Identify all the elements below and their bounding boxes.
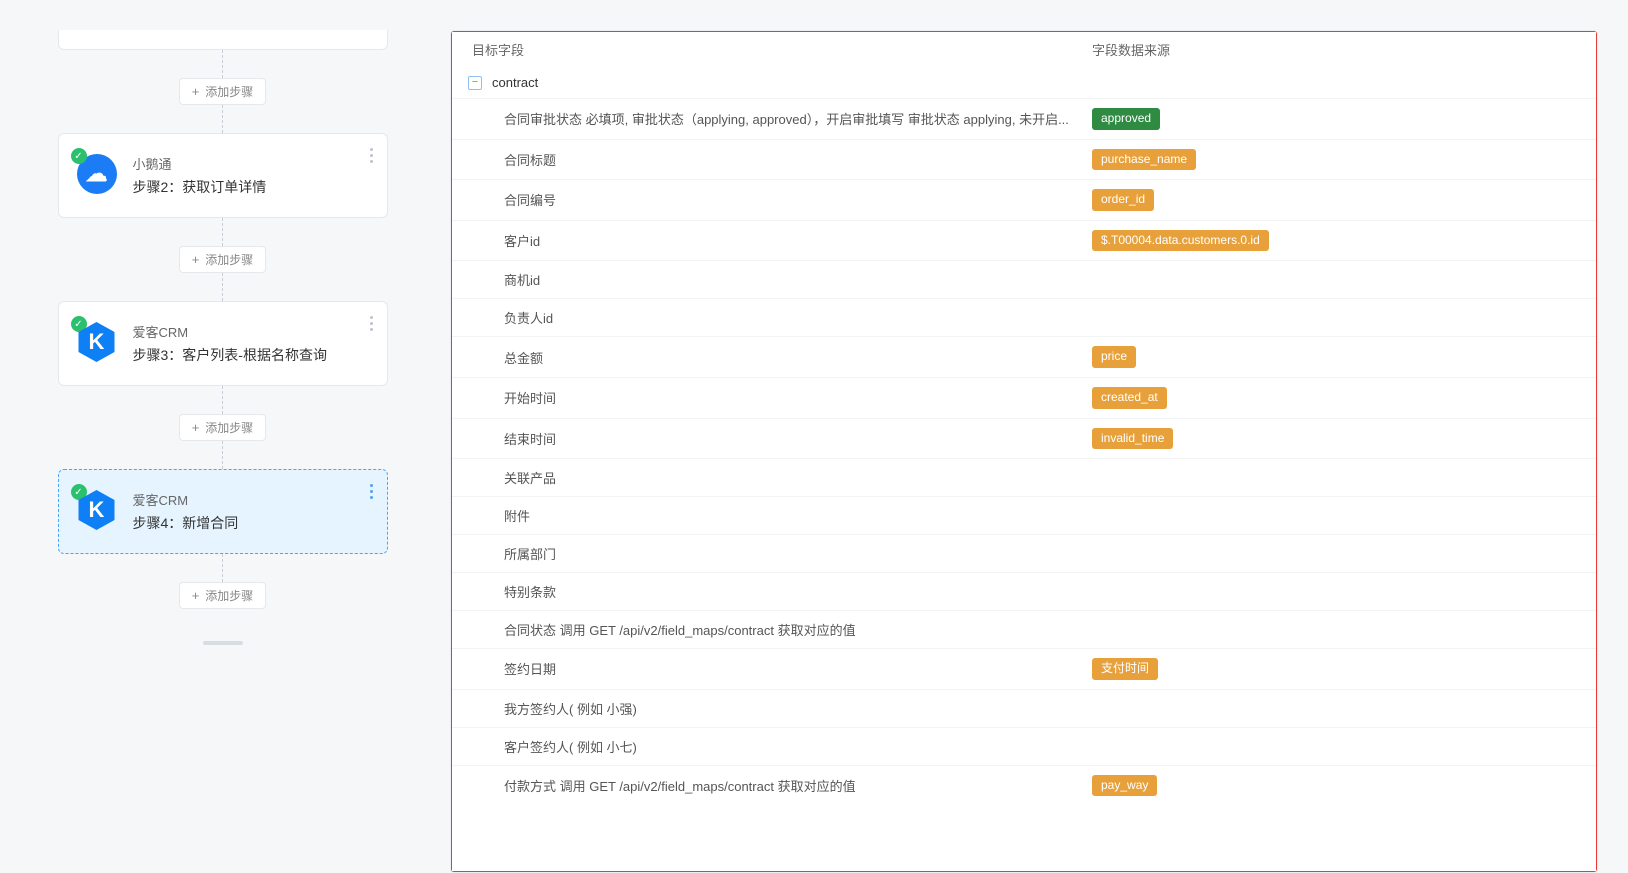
field-row[interactable]: 总金额price xyxy=(452,336,1596,377)
field-label: 商机id xyxy=(504,270,1092,289)
source-tag[interactable]: pay_way xyxy=(1092,775,1157,797)
connector xyxy=(222,386,223,414)
field-row[interactable]: 商机id xyxy=(452,260,1596,298)
field-row[interactable]: 结束时间invalid_time xyxy=(452,418,1596,459)
mapping-header: 目标字段 字段数据来源 xyxy=(452,32,1596,67)
connector xyxy=(222,218,223,246)
field-label: 签约日期 xyxy=(504,659,1092,678)
plus-icon: + xyxy=(192,252,200,267)
step-title: 步骤4：新增合同 xyxy=(133,513,239,533)
field-row[interactable]: 负责人id xyxy=(452,298,1596,336)
plus-icon: + xyxy=(192,420,200,435)
check-icon: ✓ xyxy=(71,148,87,164)
tree-root-row[interactable]: − contract xyxy=(452,67,1596,98)
field-mapping-box: 目标字段 字段数据来源 − contract 合同审批状态 必填项, 审批状态（… xyxy=(451,31,1597,872)
header-source: 字段数据来源 xyxy=(1092,40,1596,59)
field-label: 合同状态 调用 GET /api/v2/field_maps/contract … xyxy=(504,620,1092,639)
source-tag[interactable]: price xyxy=(1092,346,1136,368)
step-title: 步骤3：客户列表-根据名称查询 xyxy=(133,345,327,365)
field-row[interactable]: 附件 xyxy=(452,496,1596,534)
add-step-label: 添加步骤 xyxy=(205,251,253,268)
field-label: 总金额 xyxy=(504,348,1092,367)
step-card[interactable]: ✓K 爱客CRM 步骤3：客户列表-根据名称查询 xyxy=(58,301,388,386)
header-target: 目标字段 xyxy=(472,40,1092,59)
workflow-sidebar: + 添加步骤 ✓☁ 小鹅通步骤2：获取订单详情 + 添加步骤 ✓K 爱客CRM 步骤3：客户列表… xyxy=(0,0,440,873)
step-icon-wrap: ✓K xyxy=(77,490,117,530)
config-panel: 目标字段 字段数据来源 − contract 合同审批状态 必填项, 审批状态（… xyxy=(440,0,1628,873)
source-tag[interactable]: approved xyxy=(1092,108,1160,130)
field-row[interactable]: 合同审批状态 必填项, 审批状态（applying, approved），开启审… xyxy=(452,98,1596,139)
field-label: 开始时间 xyxy=(504,388,1092,407)
scroll-indicator xyxy=(203,641,243,645)
field-label: 所属部门 xyxy=(504,544,1092,563)
source-tag[interactable]: $.T00004.data.customers.0.id xyxy=(1092,230,1269,252)
field-label: 合同审批状态 必填项, 审批状态（applying, approved），开启审… xyxy=(504,109,1092,128)
source-tag[interactable]: order_id xyxy=(1092,189,1154,211)
step-text: 小鹅通步骤2：获取订单详情 xyxy=(133,154,267,197)
collapse-icon[interactable]: − xyxy=(468,76,482,90)
field-label: 关联产品 xyxy=(504,468,1092,487)
plus-icon: + xyxy=(192,84,200,99)
field-row[interactable]: 客户签约人( 例如 小七) xyxy=(452,727,1596,765)
field-row[interactable]: 合同状态 调用 GET /api/v2/field_maps/contract … xyxy=(452,610,1596,648)
connector xyxy=(222,554,223,582)
card-menu-icon[interactable] xyxy=(370,148,373,163)
add-step-label: 添加步骤 xyxy=(205,587,253,604)
field-label: 结束时间 xyxy=(504,429,1092,448)
field-label: 客户签约人( 例如 小七) xyxy=(504,737,1092,756)
source-tag[interactable]: created_at xyxy=(1092,387,1167,409)
field-row[interactable]: 付款方式 调用 GET /api/v2/field_maps/contract … xyxy=(452,765,1596,806)
source-tag[interactable]: 支付时间 xyxy=(1092,658,1158,680)
field-row[interactable]: 我方签约人( 例如 小强) xyxy=(452,689,1596,727)
card-menu-icon[interactable] xyxy=(370,316,373,331)
add-step-button[interactable]: + 添加步骤 xyxy=(179,246,267,273)
field-row[interactable]: 合同标题purchase_name xyxy=(452,139,1596,180)
plus-icon: + xyxy=(192,588,200,603)
add-step-button[interactable]: + 添加步骤 xyxy=(179,582,267,609)
app-name: 爱客CRM xyxy=(133,490,239,509)
field-row[interactable]: 签约日期支付时间 xyxy=(452,648,1596,689)
field-label: 合同编号 xyxy=(504,190,1092,209)
step-title: 步骤2：获取订单详情 xyxy=(133,177,267,197)
field-row[interactable]: 关联产品 xyxy=(452,458,1596,496)
step-card[interactable]: ✓☁ 小鹅通步骤2：获取订单详情 xyxy=(58,133,388,218)
root-name: contract xyxy=(492,75,538,90)
card-menu-icon[interactable] xyxy=(370,484,373,499)
step-icon-wrap: ✓K xyxy=(77,322,117,362)
step-card[interactable]: ✓K 爱客CRM 步骤4：新增合同 xyxy=(58,469,388,554)
add-step-label: 添加步骤 xyxy=(205,83,253,100)
connector xyxy=(222,105,223,133)
source-tag[interactable]: invalid_time xyxy=(1092,428,1173,450)
field-row[interactable]: 客户id$.T00004.data.customers.0.id xyxy=(452,220,1596,261)
field-label: 负责人id xyxy=(504,308,1092,327)
step-icon-wrap: ✓☁ xyxy=(77,154,117,194)
connector xyxy=(222,273,223,301)
field-label: 特别条款 xyxy=(504,582,1092,601)
field-label: 合同标题 xyxy=(504,150,1092,169)
connector xyxy=(222,441,223,469)
field-label: 客户id xyxy=(504,231,1092,250)
step-text: 爱客CRM 步骤4：新增合同 xyxy=(133,490,239,533)
field-row[interactable]: 所属部门 xyxy=(452,534,1596,572)
field-row[interactable]: 合同编号order_id xyxy=(452,179,1596,220)
step-text: 爱客CRM 步骤3：客户列表-根据名称查询 xyxy=(133,322,327,365)
add-step-label: 添加步骤 xyxy=(205,419,253,436)
field-row[interactable]: 开始时间created_at xyxy=(452,377,1596,418)
app-name: 爱客CRM xyxy=(133,322,327,341)
add-step-button[interactable]: + 添加步骤 xyxy=(179,414,267,441)
field-row[interactable]: 特别条款 xyxy=(452,572,1596,610)
field-label: 付款方式 调用 GET /api/v2/field_maps/contract … xyxy=(504,776,1092,795)
add-step-button[interactable]: + 添加步骤 xyxy=(179,78,267,105)
field-label: 附件 xyxy=(504,506,1092,525)
field-label: 我方签约人( 例如 小强) xyxy=(504,699,1092,718)
source-tag[interactable]: purchase_name xyxy=(1092,149,1196,171)
connector xyxy=(222,50,223,78)
previous-card-edge xyxy=(58,30,388,50)
app-name: 小鹅通 xyxy=(133,154,267,173)
